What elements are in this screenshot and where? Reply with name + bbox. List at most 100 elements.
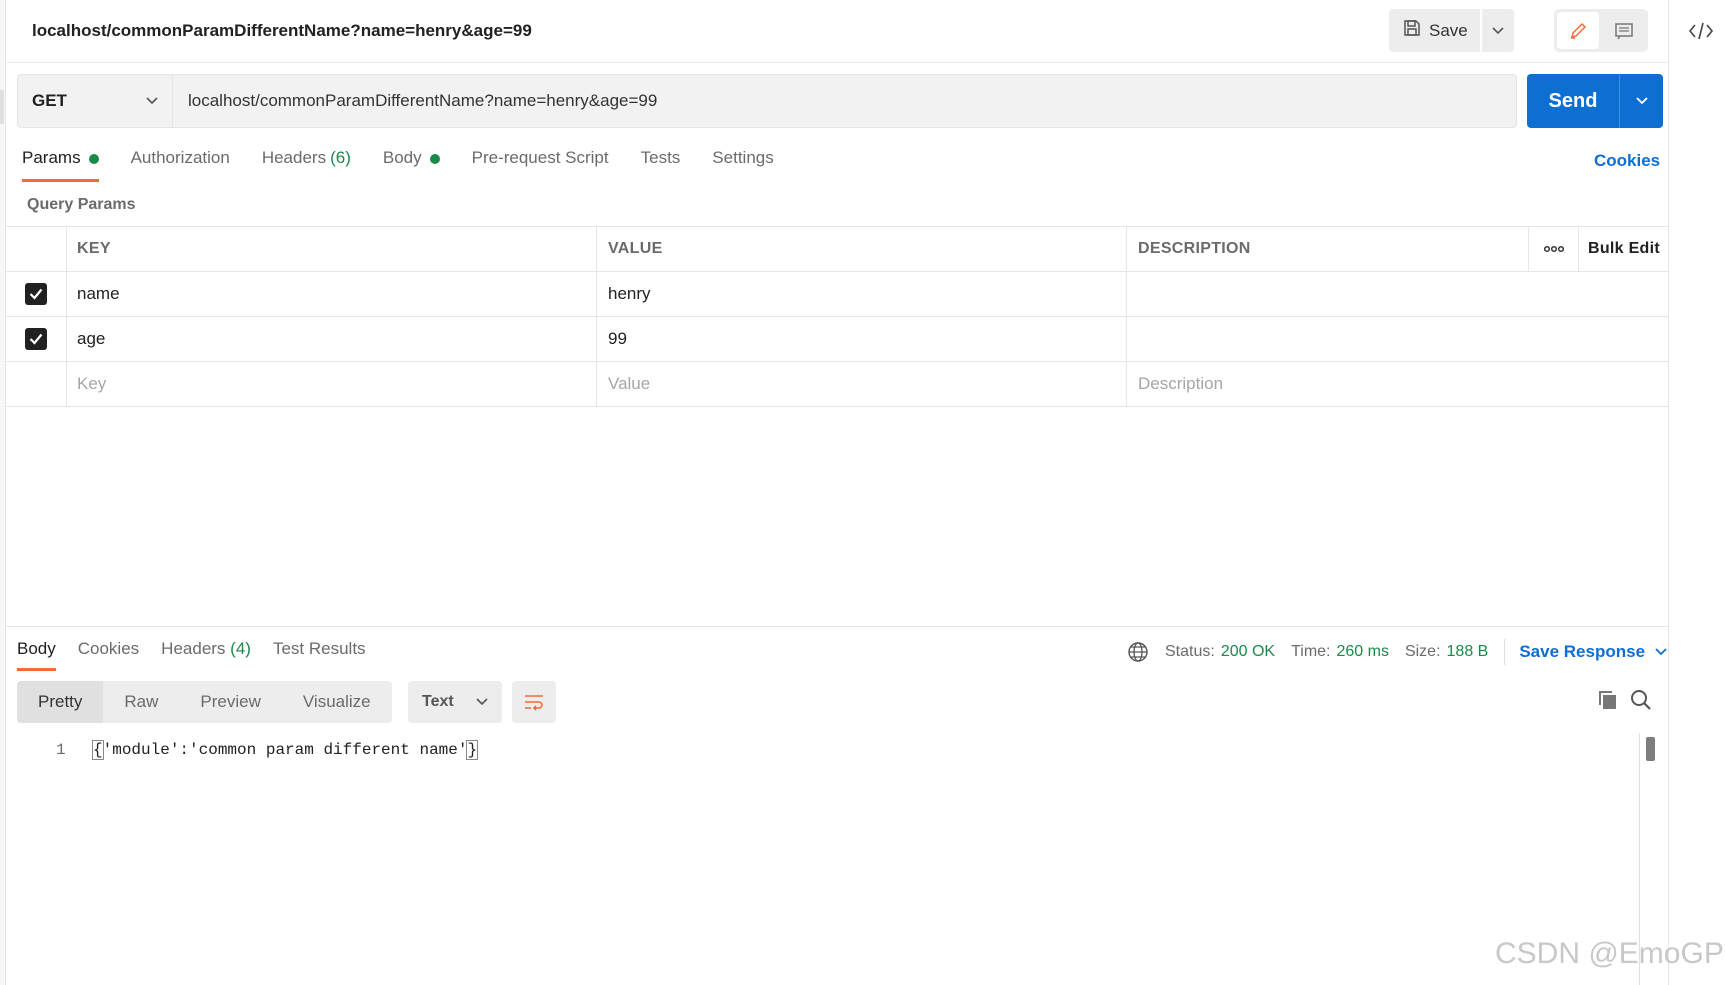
- method-select[interactable]: GET: [17, 74, 173, 128]
- code-line[interactable]: {'module':'common param different name'}: [92, 740, 479, 760]
- param-description-cell[interactable]: [1127, 317, 1669, 361]
- right-sidebar: [1668, 0, 1725, 985]
- table-row-new: Key Value Description: [6, 362, 1669, 407]
- row-checkbox[interactable]: [25, 328, 47, 350]
- table-header-row: KEY VALUE DESCRIPTION Bulk Edit: [6, 227, 1669, 272]
- save-options-button[interactable]: [1482, 9, 1514, 52]
- request-tabs: Params Authorization Headers (6) Body Pr…: [22, 148, 806, 182]
- tab-body[interactable]: Body: [383, 148, 440, 182]
- tab-label: Settings: [712, 148, 774, 167]
- column-options-button[interactable]: [1529, 227, 1579, 271]
- tab-pre-request-script[interactable]: Pre-request Script: [472, 148, 609, 182]
- wrap-lines-button[interactable]: [512, 681, 556, 723]
- format-raw-button[interactable]: Raw: [103, 681, 179, 723]
- new-description-input[interactable]: Description: [1127, 362, 1669, 406]
- row-checkbox-cell: [6, 362, 67, 406]
- editor-mode-toggle: [1554, 9, 1648, 52]
- format-pretty-button[interactable]: Pretty: [17, 681, 104, 723]
- editor-scrollbar-thumb[interactable]: [1646, 737, 1655, 761]
- request-title[interactable]: localhost/commonParamDifferentName?name=…: [32, 21, 532, 41]
- format-visualize-button[interactable]: Visualize: [282, 681, 392, 723]
- param-key-cell[interactable]: age: [67, 317, 597, 361]
- comment-icon: [1615, 22, 1633, 39]
- row-checkbox-cell: [6, 272, 67, 316]
- size-label: Size:: [1404, 643, 1441, 660]
- chevron-down-icon: [1492, 26, 1504, 34]
- response-tab-headers[interactable]: Headers (4): [161, 639, 251, 671]
- copy-button[interactable]: [1597, 689, 1619, 711]
- response-meta: Status: 200 OK Time: 260 ms Size: 188 B …: [1127, 639, 1667, 665]
- tab-label: Params: [22, 148, 81, 167]
- code-snippet-button[interactable]: [1688, 20, 1714, 42]
- url-input[interactable]: [173, 74, 1517, 128]
- type-select-label: Text: [422, 693, 454, 710]
- tab-headers[interactable]: Headers (6): [262, 148, 351, 182]
- code-icon: [1688, 22, 1714, 40]
- tab-count: (4): [230, 639, 251, 658]
- response-tab-body[interactable]: Body: [17, 639, 56, 671]
- edit-mode-button[interactable]: [1557, 12, 1599, 49]
- status-value[interactable]: 200 OK: [1221, 643, 1275, 661]
- time-label: Time:: [1291, 643, 1331, 660]
- globe-icon[interactable]: [1127, 641, 1149, 663]
- check-icon: [29, 288, 43, 300]
- size-value[interactable]: 188 B: [1447, 643, 1489, 661]
- table-row: age 99: [6, 317, 1669, 362]
- tab-label: Body: [382, 148, 422, 167]
- format-preview-button[interactable]: Preview: [179, 681, 281, 723]
- row-checkbox[interactable]: [25, 283, 47, 305]
- param-description-cell[interactable]: [1127, 272, 1669, 316]
- code-text: 'module':'common param different name': [102, 741, 468, 759]
- divider: [1504, 639, 1506, 665]
- response-divider[interactable]: [6, 626, 1669, 627]
- response-tabs: Body Cookies Headers (4) Test Results: [17, 639, 388, 671]
- column-header-value: VALUE: [597, 227, 1127, 271]
- new-key-input[interactable]: Key: [67, 362, 597, 406]
- modified-dot: [88, 154, 99, 164]
- header-checkbox-cell: [6, 227, 67, 271]
- open-brace: {: [92, 740, 104, 760]
- tab-label: Headers: [161, 639, 226, 658]
- copy-icon: [1599, 691, 1616, 709]
- bulk-edit-button[interactable]: Bulk Edit: [1579, 227, 1669, 271]
- tab-label: Tests: [640, 148, 681, 167]
- save-icon: [1403, 19, 1421, 42]
- table-row: name henry: [6, 272, 1669, 317]
- time-value[interactable]: 260 ms: [1336, 643, 1388, 661]
- chevron-down-icon: [1655, 648, 1667, 656]
- status-label: Status:: [1165, 643, 1215, 660]
- tab-authorization[interactable]: Authorization: [131, 148, 230, 182]
- method-label: GET: [32, 91, 67, 110]
- send-group: Send: [1527, 74, 1663, 128]
- save-response-button[interactable]: Save Response: [1519, 642, 1667, 662]
- param-value-cell[interactable]: 99: [597, 317, 1127, 361]
- row-checkbox-cell: [6, 317, 67, 361]
- tab-settings[interactable]: Settings: [712, 148, 773, 182]
- chevron-down-icon: [476, 698, 488, 706]
- response-tab-cookies[interactable]: Cookies: [78, 639, 139, 671]
- save-response-label: Save Response: [1519, 642, 1646, 661]
- send-options-button[interactable]: [1619, 74, 1663, 128]
- cookies-link[interactable]: Cookies: [1594, 151, 1660, 171]
- column-header-key: KEY: [67, 227, 597, 271]
- wrap-icon: [525, 695, 543, 711]
- response-type-select[interactable]: Text: [408, 681, 502, 723]
- param-value-cell[interactable]: henry: [597, 272, 1127, 316]
- save-button[interactable]: Save: [1389, 9, 1480, 52]
- tab-params[interactable]: Params: [22, 148, 99, 182]
- tab-tests[interactable]: Tests: [641, 148, 681, 182]
- send-button[interactable]: Send: [1527, 74, 1619, 128]
- response-format-group: Pretty Raw Preview Visualize: [17, 681, 392, 723]
- response-body-editor[interactable]: 1 {'module':'common param different name…: [6, 733, 1646, 985]
- response-tab-test-results[interactable]: Test Results: [273, 639, 366, 671]
- search-button[interactable]: [1630, 689, 1652, 711]
- sidebar-marker: [0, 90, 4, 124]
- tab-count: (6): [330, 148, 351, 167]
- new-value-input[interactable]: Value: [597, 362, 1127, 406]
- comment-mode-button[interactable]: [1603, 12, 1645, 49]
- query-params-label: Query Params: [27, 196, 136, 213]
- line-number: 1: [56, 741, 66, 759]
- param-key-cell[interactable]: name: [67, 272, 597, 316]
- tab-label: Authorization: [130, 148, 230, 167]
- chevron-down-icon: [146, 97, 158, 105]
